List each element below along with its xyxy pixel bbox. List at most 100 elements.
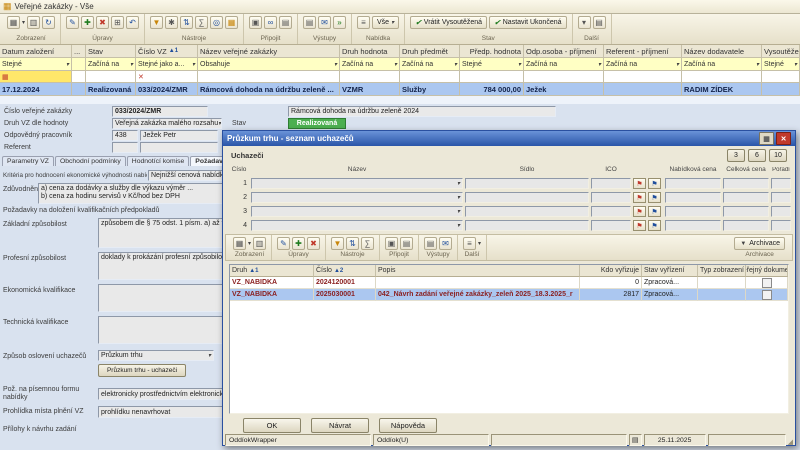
chevron-down-icon[interactable]: ▾ [756,61,759,68]
chevron-down-icon[interactable]: ▾ [598,61,601,68]
filter-cell-druh-hodnota[interactable]: Začíná na▾ [340,58,400,71]
filter-cell-odp-osoba[interactable]: Začíná na▾ [524,58,604,71]
filter-value-referent[interactable] [604,71,682,83]
bidder-ico-input[interactable] [591,206,631,217]
bidder-total-price-input[interactable] [723,220,769,231]
filter-cell-more[interactable] [72,58,86,71]
bidder-address-input[interactable] [465,178,589,189]
calendar-icon[interactable]: ▦ [225,16,238,29]
chevron-down-icon[interactable]: ▾ [208,352,211,359]
menu-icon[interactable]: ≡ [357,16,370,29]
filter-value-vysoutezena[interactable] [762,71,800,83]
bidder-bid-price-input[interactable] [665,220,721,231]
pruzkum-trhu-uchazeci-button[interactable]: Průzkum trhu - uchazeči [98,364,186,377]
chevron-down-icon[interactable]: ▾ [518,61,521,68]
zpusob-osloveni-select[interactable]: Průzkum trhu▾ [98,350,214,361]
attach-icon[interactable]: ▣ [249,16,262,29]
tab-hodnotici-komise[interactable]: Hodnotící komise [127,156,190,166]
document-row-selected[interactable]: VZ_NABIDKA 2025030001 042_Návrh zadání v… [230,289,788,301]
odp-pracovnik-name-field[interactable]: Ježek Petr [140,130,218,141]
chevron-down-icon[interactable]: ▾ [218,120,221,127]
napoveda-button[interactable]: Nápověda [379,418,437,433]
column-header-stav[interactable]: Stav [86,45,136,58]
filter-value-druh-predmet[interactable] [400,71,460,83]
table-row-selected[interactable]: 17.12.2024 Realizovaná 033/2024/ZMR Rámc… [0,83,800,96]
filter-value-predp-hodnota[interactable] [460,71,524,83]
add-icon[interactable]: ✚ [292,237,305,250]
chevron-down-icon[interactable]: ▾ [794,61,797,68]
bidder-name-input[interactable]: ▾ [251,206,463,217]
clear-filter-icon[interactable]: ✕ [138,73,144,81]
chevron-down-icon[interactable]: ▾ [457,194,460,201]
odp-pracovnik-code-field[interactable]: 438 [112,130,138,141]
cislo-vz-field[interactable]: 033/2024/ZMR [112,106,208,117]
doc-column-verejny-dokument[interactable]: Veřejný dokument [746,265,788,277]
print-icon[interactable]: ▤ [424,237,437,250]
referent-name-field[interactable] [140,142,218,153]
menu-icon[interactable]: ≡ [463,237,476,250]
nabidka-filter-dropdown[interactable]: Vše ▾ [372,16,399,29]
attach-icon[interactable]: ▣ [385,237,398,250]
registry-lookup-icon[interactable]: ⚑ [648,192,661,203]
doc-column-popis[interactable]: Popis [376,265,580,277]
filter-value-cislo-vz[interactable]: ✕ [136,71,198,83]
bidder-ico-input[interactable] [591,178,631,189]
public-document-checkbox[interactable] [762,278,772,288]
dialog-titlebar[interactable]: Průzkum trhu - seznam uchazečů ▦ ✕ [223,131,795,146]
table-view-dropdown-icon[interactable]: ▾ [248,240,251,247]
column-header-druh-hodnota[interactable]: Druh hodnota [340,45,400,58]
filter-value-more[interactable] [72,71,86,83]
doc-column-cislo[interactable]: Číslo▲2 [314,265,376,277]
print-icon[interactable]: ▤ [303,16,316,29]
undo-icon[interactable]: ↶ [126,16,139,29]
column-header-predp-hodnota[interactable]: Předp. hodnota [460,45,524,58]
tab-obchodni-podminky[interactable]: Obchodní podmínky [55,156,126,166]
bidder-rank-input[interactable] [771,192,791,203]
doc-column-typ-zobrazeni[interactable]: Typ zobrazení [698,265,746,277]
delete-icon[interactable]: ✖ [96,16,109,29]
page-size-3-button[interactable]: 3 [727,149,745,162]
notes-icon[interactable]: ▤ [593,16,606,29]
column-header-odp-osoba[interactable]: Odp.osoba - příjmení [524,45,604,58]
filter-value-dodavatel[interactable] [682,71,762,83]
registry-lookup-icon[interactable]: ⚑ [648,220,661,231]
column-header-dodavatel[interactable]: Název dodavatele [682,45,762,58]
chevron-down-icon[interactable]: ▾ [394,61,397,68]
column-header-cislo-vz[interactable]: Číslo VZ ▲1 [136,45,198,58]
filter-cell-stav[interactable]: Začíná na▾ [86,58,136,71]
resize-grip-icon[interactable]: ◢ [788,434,793,446]
chevron-down-icon[interactable]: ▾ [192,61,195,68]
bidder-total-price-input[interactable] [723,192,769,203]
filter-cell-nazev[interactable]: Obsahuje▾ [198,58,340,71]
column-header-datum-zalozeni[interactable]: Datum založení [0,45,72,58]
druh-vz-select[interactable]: Veřejná zakázka malého rozsahu▾ [112,118,222,129]
ares-lookup-icon[interactable]: ⚑ [633,220,646,231]
refresh-icon[interactable]: ↻ [42,16,55,29]
filter-value-datum[interactable]: ▦ [0,71,72,83]
public-document-checkbox[interactable] [762,290,772,300]
bidder-bid-price-input[interactable] [665,178,721,189]
sort-icon[interactable]: ⇅ [346,237,359,250]
filter-icon[interactable]: ▼ [331,237,344,250]
chevron-down-icon[interactable]: ▾ [457,180,460,187]
columns-icon[interactable]: ▥ [253,237,266,250]
ares-lookup-icon[interactable]: ⚑ [633,178,646,189]
link-icon[interactable]: ∞ [264,16,277,29]
ares-lookup-icon[interactable]: ⚑ [633,206,646,217]
column-header-vysoutezena[interactable]: Vysoutěžená [762,45,800,58]
filter-value-stav[interactable] [86,71,136,83]
nastavit-ukoncena-button[interactable]: ✔ Nastavit Ukončená [489,16,566,29]
filter-cell-cislo-vz[interactable]: Stejné jako a...▾ [136,58,198,71]
bidder-bid-price-input[interactable] [665,206,721,217]
export-icon[interactable]: » [333,16,346,29]
bidder-address-input[interactable] [465,220,589,231]
chevron-down-icon[interactable]: ▾ [676,61,679,68]
registry-lookup-icon[interactable]: ⚑ [648,178,661,189]
column-header-druh-predmet[interactable]: Druh předmět [400,45,460,58]
page-size-10-button[interactable]: 10 [769,149,787,162]
calendar-icon[interactable]: ▦ [2,73,9,81]
filter-value-odp-osoba[interactable] [524,71,604,83]
filter-value-druh-hodnota[interactable] [340,71,400,83]
vratit-vysoutezena-button[interactable]: ✔ Vrátit Vysoutěžená [410,16,487,29]
ok-button[interactable]: OK [243,418,301,433]
